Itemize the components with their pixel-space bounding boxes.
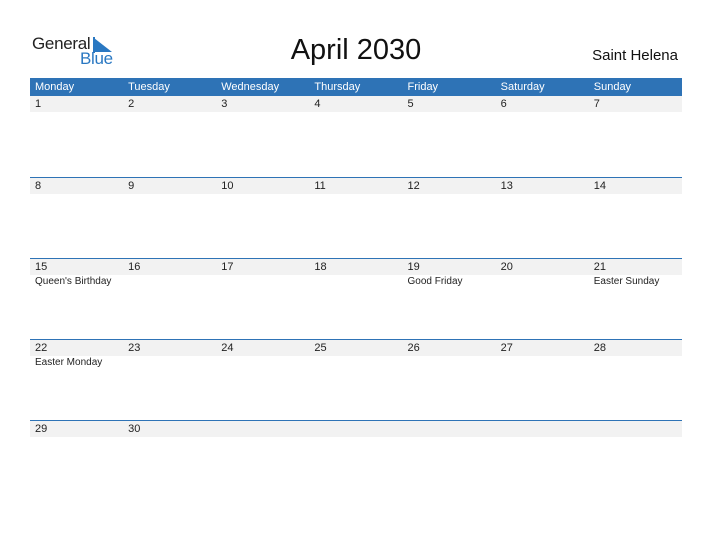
day-number (309, 421, 402, 437)
day-number: 14 (593, 180, 606, 192)
holiday-label (123, 356, 216, 370)
day-number: 13 (500, 180, 513, 192)
holiday-label: Easter Monday (35, 357, 103, 368)
date-strip: 29 30 (30, 421, 682, 437)
day-number: 27 (500, 342, 513, 354)
holiday-label (589, 356, 682, 370)
day-number: 4 (314, 98, 321, 110)
day-number: 3 (221, 98, 228, 110)
day-number: 6 (500, 98, 507, 110)
week-row: 8 9 10 11 12 13 14 (30, 177, 682, 258)
holiday-label (309, 275, 402, 289)
week-row: 15 16 17 18 19 20 21 Queen's Birthday Good Frida… (30, 258, 682, 339)
weekday-friday: Friday (407, 81, 439, 93)
day-number: 15 (35, 261, 48, 273)
holiday-label (496, 275, 589, 289)
day-number: 10 (221, 180, 234, 192)
weeks: 1 2 3 4 5 6 7 8 9 10 11 12 13 14 15 16 17 18 19 20 21 Queen's… (30, 96, 682, 501)
day-number: 8 (35, 180, 42, 192)
calendar-grid: Monday Tuesday Wednesday Thursday Friday… (30, 78, 682, 501)
holiday-label: Queen's Birthday (35, 276, 112, 287)
day-number: 23 (128, 342, 141, 354)
holiday-label (123, 275, 216, 289)
day-number: 12 (407, 180, 420, 192)
date-strip: 15 16 17 18 19 20 21 (30, 259, 682, 275)
holiday-label (216, 275, 309, 289)
events-row: Queen's Birthday Good Friday Easter Sunday (30, 275, 682, 289)
day-number: 26 (407, 342, 420, 354)
week-row: 29 30 (30, 420, 682, 501)
day-number (589, 421, 682, 437)
day-number: 7 (593, 98, 600, 110)
holiday-label (309, 356, 402, 370)
week-row: 22 23 24 25 26 27 28 Easter Monday (30, 339, 682, 420)
day-number: 28 (593, 342, 606, 354)
holiday-label (216, 356, 309, 370)
weekday-monday: Monday (35, 81, 75, 93)
day-number: 2 (128, 98, 135, 110)
day-number (403, 421, 496, 437)
day-number: 1 (35, 98, 42, 110)
day-number: 16 (128, 261, 141, 273)
date-strip: 1 2 3 4 5 6 7 (30, 96, 682, 112)
day-number: 18 (314, 261, 327, 273)
day-number: 29 (35, 423, 48, 435)
holiday-label (403, 356, 496, 370)
day-number: 30 (128, 423, 141, 435)
day-number: 11 (314, 180, 326, 192)
day-number: 21 (593, 261, 606, 273)
weekday-sunday: Sunday (593, 81, 632, 93)
day-number: 24 (221, 342, 234, 354)
day-number: 25 (314, 342, 327, 354)
day-number: 20 (500, 261, 513, 273)
week-row: 1 2 3 4 5 6 7 (30, 96, 682, 177)
weekday-wednesday: Wednesday (221, 81, 280, 93)
day-number: 5 (407, 98, 414, 110)
holiday-label: Easter Sunday (593, 276, 660, 287)
weekday-saturday: Saturday (500, 81, 545, 93)
date-strip: 8 9 10 11 12 13 14 (30, 178, 682, 194)
day-number: 9 (128, 180, 135, 192)
day-number (216, 421, 309, 437)
holiday-label: Good Friday (407, 276, 463, 287)
events-row: Easter Monday (30, 356, 682, 370)
day-number: 22 (35, 342, 48, 354)
holiday-label (496, 356, 589, 370)
day-number (496, 421, 589, 437)
date-strip: 22 23 24 25 26 27 28 (30, 340, 682, 356)
weekday-thursday: Thursday (314, 81, 361, 93)
day-number: 19 (407, 261, 420, 273)
day-number: 17 (221, 261, 234, 273)
weekday-header: Monday Tuesday Wednesday Thursday Friday… (30, 78, 682, 96)
region-label: Saint Helena (592, 47, 678, 64)
weekday-tuesday: Tuesday (128, 81, 170, 93)
